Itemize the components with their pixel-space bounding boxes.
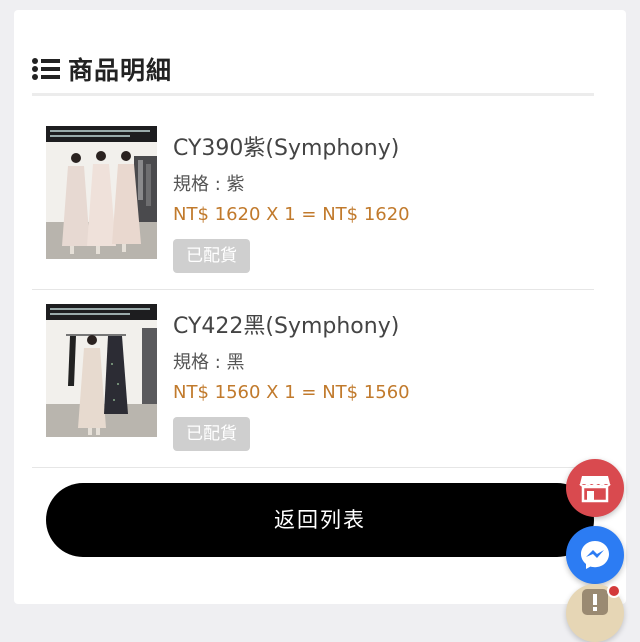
- messenger-icon: [581, 541, 609, 569]
- store-icon: [579, 476, 611, 503]
- back-to-list-button[interactable]: 返回列表: [46, 483, 594, 557]
- product-spec: 規格 : 紫: [173, 174, 245, 195]
- list-item[interactable]: CY390紫(Symphony) 規格 : 紫 NT$ 1620 X 1 = N…: [32, 118, 594, 278]
- store-button[interactable]: [566, 459, 624, 517]
- product-price: NT$ 1560 X 1 = NT$ 1560: [173, 382, 410, 403]
- list-item[interactable]: CY422黑(Symphony) 規格 : 黑 NT$ 1560 X 1 = N…: [32, 296, 594, 456]
- list-icon: [32, 58, 60, 80]
- messenger-button[interactable]: [566, 526, 624, 584]
- header-divider: [32, 93, 594, 96]
- item-divider: [32, 467, 594, 468]
- product-price: NT$ 1620 X 1 = NT$ 1620: [173, 204, 410, 225]
- product-name[interactable]: CY422黑(Symphony): [173, 308, 399, 340]
- item-divider: [32, 289, 594, 290]
- product-thumbnail[interactable]: [46, 126, 157, 259]
- product-name[interactable]: CY390紫(Symphony): [173, 130, 399, 162]
- section-header: 商品明細: [32, 54, 173, 85]
- product-thumbnail[interactable]: [46, 304, 157, 437]
- status-badge: 已配貨: [173, 417, 250, 451]
- status-badge: 已配貨: [173, 239, 250, 273]
- section-title: 商品明細: [68, 56, 173, 85]
- product-spec: 規格 : 黑: [173, 352, 245, 373]
- exclamation-icon: [582, 589, 608, 615]
- notification-dot: [607, 584, 621, 598]
